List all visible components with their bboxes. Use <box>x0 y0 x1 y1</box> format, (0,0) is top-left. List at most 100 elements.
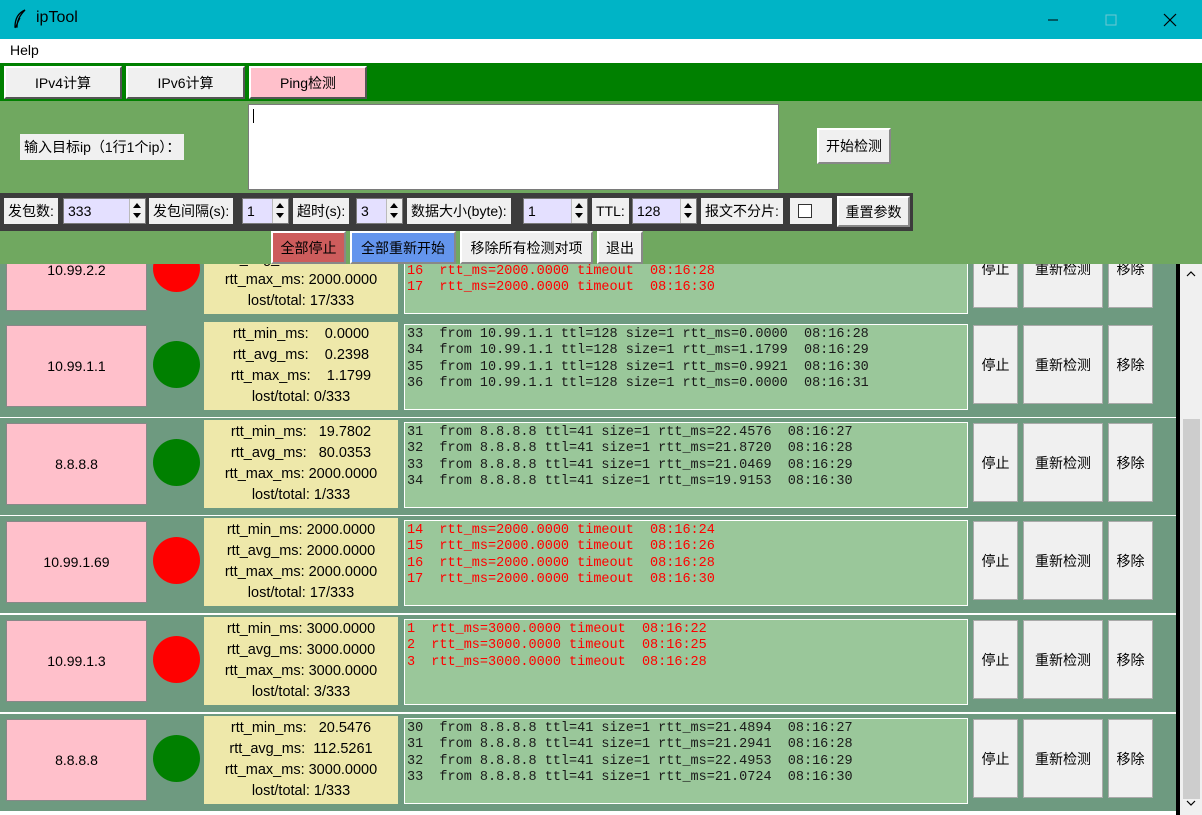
log-line: 33 from 10.99.1.1 ttl=128 size=1 rtt_ms=… <box>407 327 869 342</box>
recheck-button[interactable]: 重新检测 <box>1023 719 1103 798</box>
interval-spinbox[interactable]: 1 <box>242 198 289 224</box>
timeout-spinbox[interactable]: 3 <box>356 198 403 224</box>
count-label: 发包数: <box>4 198 58 224</box>
stop-button[interactable]: 停止 <box>973 264 1018 308</box>
stat-line: rtt_min_ms: 3000.0000 <box>226 621 376 637</box>
stop-button[interactable]: 停止 <box>973 620 1018 699</box>
close-button[interactable] <box>1147 0 1193 39</box>
exit-button[interactable]: 退出 <box>597 231 643 264</box>
stop-button[interactable]: 停止 <box>973 423 1018 502</box>
status-indicator-icon <box>153 537 200 584</box>
stat-line: rtt_avg_ms: 3000.0000 <box>226 642 376 658</box>
ping-row: 8.8.8.8 rtt_min_ms: 19.7802 rtt_avg_ms: 80… <box>0 418 1176 515</box>
ip-input-label: 输入目标ip（1行1个ip）： <box>20 134 185 160</box>
stat-line: rtt_min_ms: 20.5476 <box>230 720 372 736</box>
remove-button[interactable]: 移除 <box>1108 521 1153 600</box>
stat-line: rtt_max_ms: 2000.0000 <box>224 272 378 288</box>
scrollbar-thumb[interactable] <box>1183 419 1200 799</box>
remove-all-button[interactable]: 移除所有检测对项 <box>460 231 593 264</box>
log-line: 32 from 8.8.8.8 ttl=41 size=1 rtt_ms=21.… <box>407 441 853 457</box>
ip-input-textarea[interactable] <box>248 104 779 190</box>
ping-log[interactable]: 14 rtt_ms=2000.0000 timeout 08:16:2415 r… <box>404 264 968 314</box>
recheck-button[interactable]: 重新检测 <box>1023 325 1103 404</box>
title-bar[interactable]: ipTool <box>0 0 1202 39</box>
vertical-scrollbar[interactable] <box>1176 264 1202 815</box>
rtt-stats: rtt_min_ms: 19.7802 rtt_avg_ms: 80.0353 rt… <box>204 420 398 508</box>
stat-line: lost/total: 1/333 <box>251 487 351 503</box>
stat-line: rtt_max_ms: 1.1799 <box>230 368 372 384</box>
timeout-label: 超时(s): <box>293 198 350 224</box>
spin-arrows-icon[interactable] <box>680 199 696 223</box>
spin-arrows-icon[interactable] <box>129 199 145 223</box>
log-line: 31 from 8.8.8.8 ttl=41 size=1 rtt_ms=22.… <box>407 425 853 440</box>
ping-row: 10.99.1.3 rtt_min_ms: 3000.0000 rtt_avg_ms… <box>0 615 1176 712</box>
close-icon <box>1163 13 1177 26</box>
ping-results-list[interactable]: 10.99.2.2 rtt_min_ms: 2000.0000 rtt_avg_ms… <box>0 264 1176 815</box>
recheck-button[interactable]: 重新检测 <box>1023 423 1103 502</box>
target-ip-label[interactable]: 10.99.1.1 <box>6 325 147 407</box>
stat-line: rtt_max_ms: 2000.0000 <box>224 466 378 482</box>
remove-button[interactable]: 移除 <box>1108 620 1153 699</box>
stat-line: lost/total: 1/333 <box>251 783 351 799</box>
status-indicator-icon <box>153 735 200 782</box>
rtt-stats: rtt_min_ms: 2000.0000rtt_avg_ms: 2000.00… <box>204 518 398 606</box>
size-spinbox[interactable]: 1 <box>523 198 588 224</box>
stat-line: rtt_avg_ms: 2000.0000 <box>204 264 398 267</box>
tab-strip: IPv4计算 IPv6计算 Ping检测 <box>0 63 1202 101</box>
remove-button[interactable]: 移除 <box>1108 719 1153 798</box>
reset-params-button[interactable]: 重置参数 <box>837 196 910 227</box>
start-button[interactable]: 开始检测 <box>817 128 891 164</box>
remove-button[interactable]: 移除 <box>1108 264 1153 308</box>
count-spinbox[interactable]: 333 <box>63 198 146 224</box>
status-indicator-icon <box>153 439 200 486</box>
rtt-stats: rtt_min_ms: 20.5476 rtt_avg_ms: 112.5261 r… <box>204 716 398 804</box>
scroll-down-icon[interactable] <box>1186 799 1196 807</box>
remove-button[interactable]: 移除 <box>1108 423 1153 502</box>
maximize-icon <box>1105 14 1117 25</box>
ttl-label: TTL: <box>592 198 629 224</box>
log-line: 15 rtt_ms=2000.0000 timeout 08:16:26 <box>407 539 715 555</box>
df-checkbox[interactable] <box>798 204 812 218</box>
status-indicator-icon <box>153 341 200 388</box>
target-ip-label[interactable]: 10.99.1.3 <box>6 620 147 702</box>
restart-all-button[interactable]: 全部重新开始 <box>350 231 456 264</box>
recheck-button[interactable]: 重新检测 <box>1023 521 1103 600</box>
recheck-button[interactable]: 重新检测 <box>1023 620 1103 699</box>
ping-row: 10.99.1.69 rtt_min_ms: 2000.0000 rtt_avg_m… <box>0 516 1176 613</box>
remove-button[interactable]: 移除 <box>1108 325 1153 404</box>
ping-log[interactable]: 30 from 8.8.8.8 ttl=41 size=1 rtt_ms=21.… <box>404 718 968 804</box>
ping-row: 8.8.8.8 rtt_min_ms: 20.5476 rtt_avg_ms: 11… <box>0 714 1176 811</box>
minimize-button[interactable] <box>1030 0 1076 39</box>
recheck-button[interactable]: 重新检测 <box>1023 264 1103 308</box>
stop-button[interactable]: 停止 <box>973 325 1018 404</box>
size-label: 数据大小(byte): <box>407 198 511 224</box>
menu-help[interactable]: Help <box>10 42 39 58</box>
maximize-button[interactable] <box>1088 0 1134 39</box>
ping-log[interactable]: 31 from 8.8.8.8 ttl=41 size=1 rtt_ms=22.… <box>404 422 968 508</box>
log-line: 32 from 8.8.8.8 ttl=41 size=1 rtt_ms=22.… <box>407 753 853 769</box>
log-line: 34 from 10.99.1.1 ttl=128 size=1 rtt_ms=… <box>407 343 869 359</box>
stop-button[interactable]: 停止 <box>973 521 1018 600</box>
tab-ipv6[interactable]: IPv6计算 <box>126 66 245 99</box>
ping-log[interactable]: 14 rtt_ms=2000.0000 timeout 08:16:2415 r… <box>404 520 968 606</box>
rtt-stats: rtt_min_ms: 2000.0000rtt_avg_ms: 2000.00… <box>204 264 398 314</box>
target-ip-label[interactable]: 8.8.8.8 <box>6 719 147 801</box>
target-ip-label[interactable]: 8.8.8.8 <box>6 423 147 505</box>
spin-arrows-icon[interactable] <box>272 199 288 223</box>
ttl-spinbox[interactable]: 128 <box>632 198 697 224</box>
target-ip-label[interactable]: 10.99.2.2 <box>6 264 147 311</box>
ping-row: 10.99.2.2 rtt_min_ms: 2000.0000rtt_avg_ms… <box>0 264 1176 321</box>
ping-log[interactable]: 1 rtt_ms=3000.0000 timeout 08:16:22 2 rtt… <box>404 619 968 705</box>
tab-ipv4[interactable]: IPv4计算 <box>4 66 122 99</box>
stop-button[interactable]: 停止 <box>973 719 1018 798</box>
tab-ping[interactable]: Ping检测 <box>249 66 367 99</box>
stop-all-button[interactable]: 全部停止 <box>271 231 346 264</box>
target-ip-label[interactable]: 10.99.1.69 <box>6 521 147 603</box>
spin-arrows-icon[interactable] <box>386 199 402 223</box>
ping-log[interactable]: 33 from 10.99.1.1 ttl=128 size=1 rtt_ms=… <box>404 324 968 410</box>
spin-arrows-icon[interactable] <box>571 199 587 223</box>
log-line: 34 from 8.8.8.8 ttl=41 size=1 rtt_ms=19.… <box>407 473 853 489</box>
stat-line: rtt_avg_ms: 80.0353 <box>230 445 372 461</box>
stat-line: rtt_avg_ms: 2000.0000 <box>226 543 376 559</box>
scroll-up-icon[interactable] <box>1186 270 1196 278</box>
